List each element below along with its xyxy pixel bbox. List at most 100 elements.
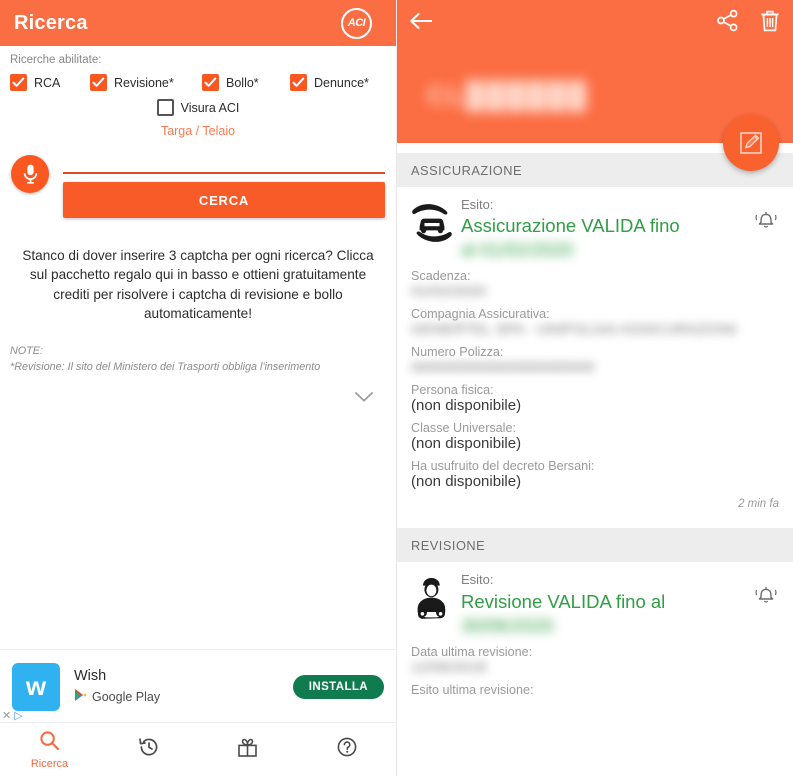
field-label: Numero Polizza: — [411, 345, 504, 360]
timestamp-assicurazione: 2 min fa — [738, 498, 779, 511]
vehicle-plate-redacted: CL██████ — [427, 80, 589, 110]
field-label: Persona fisica: — [411, 383, 494, 398]
check-icon[interactable] — [202, 74, 219, 91]
chevron-down-icon[interactable] — [354, 390, 374, 408]
field-label: Classe Universale: — [411, 421, 516, 436]
help-icon — [336, 736, 358, 763]
checkbox-label: RCA — [34, 75, 61, 90]
edit-square-icon[interactable] — [723, 115, 779, 171]
ad-close-row[interactable]: ✕ ▷ — [2, 709, 23, 722]
field-value-redacted: GENERTEL SPA - UNIPOLSAI ASSICURAZIONI — [411, 321, 737, 339]
checkbox-label: Bollo* — [226, 75, 259, 90]
field-value-redacted: 12/06/2018 — [411, 658, 487, 676]
right-app-bar-icons — [409, 0, 781, 46]
esito-label: Esito: — [461, 572, 494, 588]
note-block: NOTE: *Revisione: Il sito del Ministero … — [10, 343, 386, 375]
close-icon[interactable]: ✕ — [2, 709, 11, 722]
promo-text: Stanco di dover inserire 3 captcha per o… — [22, 248, 374, 321]
card-result-block: Esito: Assicurazione VALIDA fino al 01/0… — [461, 197, 745, 262]
trash-icon[interactable] — [759, 9, 781, 38]
card-assicurazione: Esito: Assicurazione VALIDA fino al 01/0… — [397, 187, 793, 518]
nav-item-history[interactable] — [99, 736, 198, 763]
cerca-button[interactable]: CERCA — [63, 182, 385, 218]
gift-icon — [236, 736, 259, 764]
card-revisione: Esito: Revisione VALIDA fino al 30/06/20… — [397, 562, 793, 704]
nav-label-ricerca: Ricerca — [30, 757, 69, 770]
page-title: Ricerca — [14, 11, 88, 34]
section-header-revisione: REVISIONE — [397, 528, 793, 563]
check-icon[interactable] — [10, 74, 27, 91]
field-value: (non disponibile) — [411, 397, 522, 415]
esito-value-redacted: 30/06/2020 — [461, 614, 554, 636]
esito-value-redacted: al 01/02/2020 — [461, 239, 574, 261]
filters-row-secondary: Visura ACI — [10, 99, 386, 116]
field-label: Compagnia Assicurativa: — [411, 307, 550, 322]
field-label: Scadenza: — [411, 269, 471, 284]
card-header-row: Esito: Assicurazione VALIDA fino al 01/0… — [411, 197, 779, 262]
left-app-bar: Ricerca ACI — [0, 0, 396, 46]
vehicle-detail-screen: CL██████ ASSICURAZIONE Esito: Assicurazi… — [397, 0, 793, 776]
expand-row[interactable] — [0, 390, 396, 408]
filters-label: Ricerche abilitate: — [10, 54, 102, 66]
note-title: NOTE: — [10, 345, 43, 358]
nav-item-ricerca[interactable]: Ricerca — [0, 730, 99, 770]
history-icon — [138, 736, 160, 763]
esito-value: Assicurazione VALIDA fino — [461, 215, 680, 237]
nav-item-gift[interactable] — [198, 736, 297, 764]
card-header-row: Esito: Revisione VALIDA fino al 30/06/20… — [411, 572, 779, 637]
field-value: (non disponibile) — [411, 473, 522, 491]
checkbox-label: Visura ACI — [180, 100, 240, 115]
field-label: Esito ultima revisione: — [411, 682, 534, 697]
bell-ring-icon[interactable] — [745, 197, 779, 236]
aci-circle-logo-icon[interactable]: ACI — [341, 7, 372, 39]
share-icon[interactable] — [716, 9, 739, 37]
field-value-redacted: 01/02/2020 — [411, 283, 487, 301]
search-input[interactable] — [63, 152, 385, 174]
ad-text-block: Wish Google Play — [74, 668, 293, 705]
checkbox-item-denunce[interactable]: Denunce* — [290, 74, 369, 91]
dual-screen-container: Ricerca ACI Ricerche abilitate: RCA Revi… — [0, 0, 793, 776]
nav-item-help[interactable] — [297, 736, 396, 763]
esito-label: Esito: — [461, 197, 494, 212]
bell-ring-icon[interactable] — [745, 572, 779, 611]
search-screen: Ricerca ACI Ricerche abilitate: RCA Revi… — [0, 0, 397, 776]
wish-app-icon: w — [12, 662, 60, 711]
checkbox-item-revisione[interactable]: Revisione* — [90, 74, 202, 91]
aci-logo-text: ACI — [347, 16, 366, 29]
field-label: Data ultima revisione: — [411, 644, 533, 659]
checkbox-item-rca[interactable]: RCA — [10, 74, 90, 91]
field-value-redacted: 0000000000000000000000 — [411, 359, 595, 377]
car-insurance-hands-icon — [411, 197, 455, 245]
ad-banner[interactable]: w Wish Google Play INSTALLA ✕ ▷ — [0, 649, 396, 723]
search-field-wrap: CERCA — [63, 152, 385, 218]
ad-icon-letter: w — [25, 671, 47, 701]
checkbox-item-visura-aci[interactable]: Visura ACI — [156, 99, 240, 116]
check-icon[interactable] — [90, 74, 107, 91]
check-icon[interactable] — [290, 74, 307, 91]
checkbox-label: Denunce* — [314, 75, 369, 90]
fields-revisione: Data ultima revisione: 12/06/2018 Esito … — [411, 645, 779, 697]
arrow-left-icon[interactable] — [409, 11, 435, 36]
google-play-icon — [74, 688, 87, 705]
targa-telaio-link[interactable]: Targa / Telaio — [0, 124, 396, 138]
ad-store-label: Google Play — [92, 689, 161, 704]
ad-install-button[interactable]: INSTALLA — [292, 674, 384, 699]
field-label: Ha usufruito del decreto Bersani: — [411, 459, 595, 474]
search-row: CERCA — [0, 152, 396, 218]
field-value: (non disponibile) — [411, 435, 522, 453]
filters-row-primary: RCA Revisione* Bollo* Denunce* — [10, 74, 386, 91]
ad-store-row: Google Play — [74, 688, 293, 705]
search-icon — [39, 730, 60, 756]
checkbox-item-bollo[interactable]: Bollo* — [202, 74, 290, 91]
adchoices-icon[interactable]: ▷ — [14, 709, 22, 722]
unchecked-box-icon[interactable] — [156, 99, 174, 116]
note-line-1: *Revisione: Il sito del Ministero dei Tr… — [10, 361, 321, 374]
card-result-block: Esito: Revisione VALIDA fino al 30/06/20… — [461, 572, 745, 637]
ad-title: Wish — [74, 668, 107, 684]
microphone-icon[interactable] — [11, 155, 49, 193]
fields-assicurazione: Scadenza: 01/02/2020 Compagnia Assicurat… — [411, 269, 779, 490]
bottom-navigation: Ricerca — [0, 722, 396, 776]
right-app-bar: CL██████ — [397, 0, 793, 171]
esito-value: Revisione VALIDA fino al — [461, 590, 666, 612]
filters-section: Ricerche abilitate: RCA Revisione* Bollo… — [0, 46, 396, 116]
